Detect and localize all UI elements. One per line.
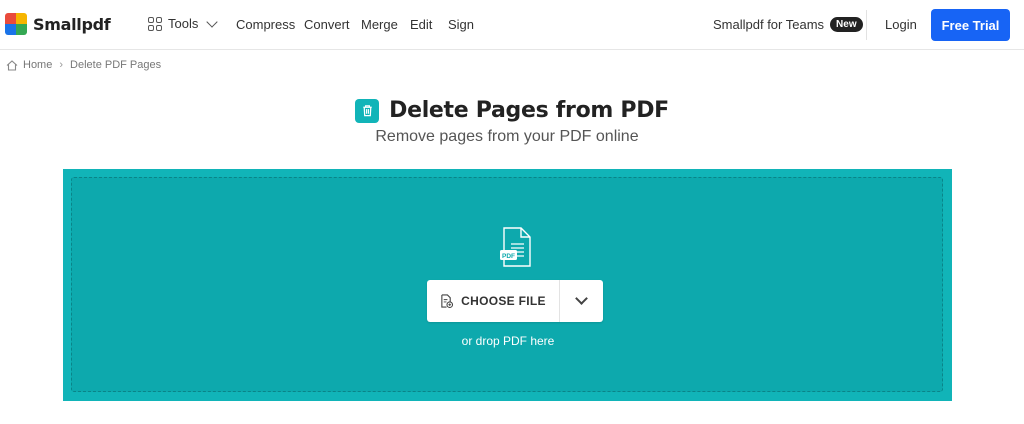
choose-file-group: CHOOSE FILE bbox=[427, 280, 603, 322]
login-link[interactable]: Login bbox=[885, 17, 917, 32]
grid-icon bbox=[148, 16, 162, 31]
new-badge: New bbox=[830, 17, 863, 32]
breadcrumb-separator-icon: › bbox=[59, 59, 64, 71]
nav-sign[interactable]: Sign bbox=[448, 17, 474, 32]
trash-icon bbox=[355, 98, 380, 123]
upload-options-dropdown[interactable] bbox=[560, 280, 603, 322]
chevron-down-icon bbox=[575, 292, 588, 305]
nav-edit[interactable]: Edit bbox=[410, 17, 432, 32]
nav-convert[interactable]: Convert bbox=[304, 17, 350, 32]
pdf-badge-text: PDF bbox=[502, 253, 515, 260]
pdf-file-icon: PDF bbox=[500, 227, 531, 267]
breadcrumb-home[interactable]: Home bbox=[23, 59, 52, 71]
tools-label: Tools bbox=[168, 16, 199, 31]
teams-link[interactable]: Smallpdf for Teams New bbox=[713, 17, 863, 32]
logo-mark-icon bbox=[5, 13, 27, 35]
nav-merge[interactable]: Merge bbox=[361, 17, 398, 32]
teams-label: Smallpdf for Teams bbox=[713, 17, 825, 32]
choose-file-button[interactable]: CHOOSE FILE bbox=[427, 280, 559, 322]
page-title: Delete Pages from PDF bbox=[389, 98, 669, 123]
logo-text: Smallpdf bbox=[33, 14, 111, 34]
breadcrumb-current: Delete PDF Pages bbox=[70, 59, 162, 71]
page-heading: Delete Pages from PDF bbox=[0, 98, 1024, 123]
choose-file-label: CHOOSE FILE bbox=[461, 294, 546, 308]
nav-compress[interactable]: Compress bbox=[236, 17, 295, 32]
header-divider bbox=[866, 10, 867, 40]
upload-dropzone[interactable]: PDF CHOOSE FILE or drop PDF here bbox=[63, 169, 952, 401]
drop-hint: or drop PDF here bbox=[461, 334, 555, 348]
top-header: Smallpdf Tools Compress Convert Merge Ed… bbox=[0, 0, 1024, 50]
dropzone-inner[interactable]: PDF CHOOSE FILE or drop PDF here bbox=[71, 177, 943, 392]
tools-menu[interactable]: Tools bbox=[148, 15, 219, 31]
page-subtitle: Remove pages from your PDF online bbox=[375, 128, 639, 145]
add-file-icon bbox=[441, 294, 454, 308]
breadcrumb: Home › Delete PDF Pages bbox=[6, 59, 161, 71]
free-trial-button[interactable]: Free Trial bbox=[931, 9, 1010, 41]
home-icon bbox=[6, 59, 18, 71]
smallpdf-logo[interactable]: Smallpdf bbox=[5, 13, 111, 35]
chevron-down-icon bbox=[206, 15, 219, 28]
